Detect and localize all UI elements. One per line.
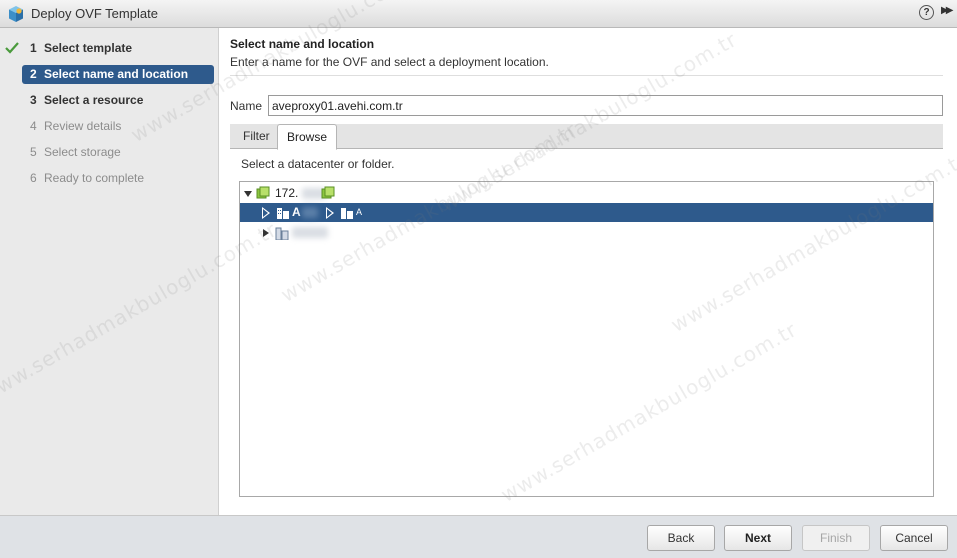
expand-toggle-inner [327, 209, 332, 217]
expand-panel-icon[interactable]: ▶▶ [941, 5, 954, 16]
tree-row-datacenter[interactable] [240, 223, 933, 242]
ovf-package-icon [9, 6, 23, 22]
name-input[interactable] [268, 95, 943, 116]
step-select-name-location[interactable]: 2 Select name and location [22, 65, 214, 84]
help-icon[interactable]: ? [919, 5, 934, 20]
finish-button: Finish [802, 525, 870, 551]
step-select-storage: 5 Select storage [22, 143, 214, 162]
step-ready-to-complete: 6 Ready to complete [22, 169, 214, 188]
step-number: 1 [30, 41, 37, 55]
main-panel: Select name and location Enter a name fo… [220, 28, 957, 515]
step-label: Select name and location [44, 67, 189, 81]
divider [230, 75, 943, 76]
page-subtitle: Enter a name for the OVF and select a de… [230, 55, 549, 69]
back-button[interactable]: Back [647, 525, 715, 551]
name-label: Name [230, 99, 263, 113]
cancel-button[interactable]: Cancel [880, 525, 948, 551]
redacted-text [302, 207, 318, 218]
step-label: Select storage [44, 145, 121, 159]
step-select-template[interactable]: 1 Select template [22, 39, 214, 58]
tree-row-root[interactable]: 172. [240, 184, 933, 203]
redacted-text [292, 227, 328, 238]
tree-hint: Select a datacenter or folder. [241, 157, 395, 171]
title-bar: Deploy OVF Template ? ▶▶ [0, 0, 957, 28]
tree-node-label: 172. [275, 186, 299, 200]
vcenter-icon [321, 186, 335, 199]
step-number: 2 [30, 67, 37, 81]
datacenter-icon [277, 208, 289, 219]
wizard-footer: Back Next Finish Cancel [0, 515, 957, 558]
next-button[interactable]: Next [724, 525, 792, 551]
step-label: Select a resource [44, 93, 144, 107]
step-label: Ready to complete [44, 171, 145, 185]
location-tabs: Filter Browse [230, 124, 943, 150]
page-title: Select name and location [230, 37, 375, 51]
step-number: 6 [30, 171, 37, 185]
step-number: 3 [30, 93, 37, 107]
step-select-resource[interactable]: 3 Select a resource [22, 91, 214, 110]
expand-toggle-icon[interactable] [263, 229, 269, 237]
inventory-tree: 172. A A [239, 181, 934, 497]
step-number: 4 [30, 119, 37, 133]
vcenter-icon [256, 186, 270, 199]
step-label: Review details [44, 119, 122, 133]
tab-browse[interactable]: Browse [277, 124, 338, 150]
datacenter-icon [341, 208, 353, 219]
datacenter-icon [275, 227, 289, 240]
check-icon [5, 42, 19, 54]
tree-row-datacenter-selected[interactable]: A A [240, 203, 933, 222]
tree-node-label: A [356, 207, 363, 217]
wizard-steps-sidebar: 1 Select template 2 Select name and locati… [0, 28, 219, 515]
step-review-details: 4 Review details [22, 117, 214, 136]
expand-toggle-inner [263, 209, 268, 217]
tab-filter[interactable]: Filter [234, 124, 279, 149]
collapse-toggle-icon[interactable] [244, 191, 252, 197]
step-label: Select template [44, 41, 133, 55]
tree-node-label: A [292, 205, 301, 219]
window-title: Deploy OVF Template [31, 6, 158, 21]
step-number: 5 [30, 145, 37, 159]
